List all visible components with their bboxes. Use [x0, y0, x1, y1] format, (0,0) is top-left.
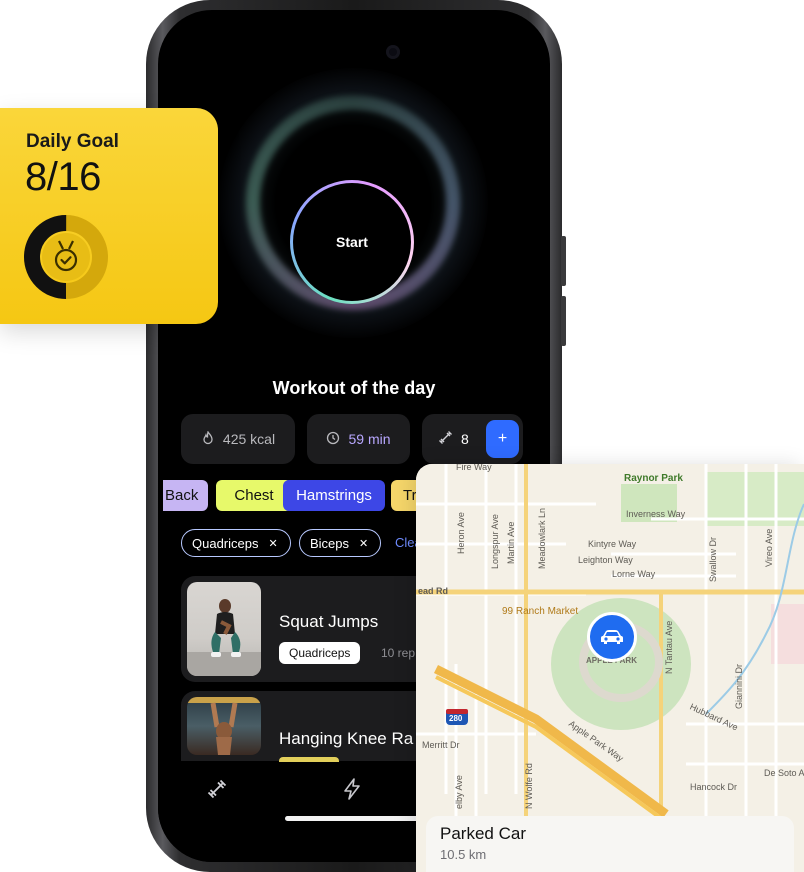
daily-goal-value: 8/16 [25, 155, 101, 199]
parked-car-distance: 10.5 km [440, 847, 487, 862]
street-label: Giannini Dr [734, 663, 744, 709]
calories-stat: 425 kcal [181, 414, 295, 464]
duration-stat: 59 min [307, 414, 410, 464]
category-chip-hamstrings[interactable]: Hamstrings [283, 480, 385, 511]
volume-up-button [561, 236, 566, 286]
daily-goal-widget[interactable]: Daily Goal 8/16 [0, 108, 218, 324]
parked-car-title: Parked Car [440, 824, 526, 843]
remove-filter-icon[interactable]: ✕ [359, 537, 368, 550]
home-indicator [285, 816, 423, 821]
calories-value: 425 kcal [222, 431, 276, 447]
filter-tag-biceps: Biceps ✕ [299, 529, 381, 557]
exercise-thumbnail [187, 697, 261, 755]
street-label: N Wolfe Rd [524, 763, 534, 809]
exercise-name: Squat Jumps [279, 612, 379, 631]
street-label: De Soto Ave [764, 768, 804, 778]
daily-goal-title: Daily Goal [26, 131, 119, 152]
street-label: Meadowlark Ln [537, 507, 547, 569]
car-icon [601, 630, 623, 644]
flame-icon [201, 429, 215, 448]
exercise-name: Hanging Knee Ra [279, 729, 414, 748]
street-label: elby Ave [454, 775, 464, 809]
store-label: 99 Ranch Market [502, 606, 579, 617]
start-label: Start [336, 234, 368, 250]
street-label: Leighton Way [578, 555, 633, 565]
street-label: Lorne Way [612, 569, 656, 579]
park-label: Raynor Park [624, 473, 683, 484]
street-label: Inverness Way [626, 509, 686, 519]
add-set-button[interactable]: + [486, 420, 519, 458]
filter-tag-label: Biceps [310, 535, 350, 551]
filter-tag-quadriceps: Quadriceps ✕ [181, 529, 291, 557]
category-chip-chest[interactable]: Chest [216, 480, 292, 511]
map-canvas[interactable] [416, 464, 804, 872]
street-label: Swallow Dr [708, 536, 718, 582]
street-label: Hancock Dr [690, 782, 738, 792]
street-label: Merritt Dr [422, 740, 460, 750]
sets-stat: 8 + [422, 414, 523, 464]
remove-filter-icon[interactable]: ✕ [268, 537, 277, 550]
clock-icon [326, 431, 340, 448]
street-label: N Tantau Ave [664, 620, 674, 674]
exercise-reps: 10 rep [381, 646, 416, 660]
highway-shield-label: 280 [449, 714, 463, 723]
workout-of-the-day-title: Workout of the day [272, 378, 436, 398]
parked-car-map-widget[interactable]: Fire Way Raynor Park Inverness Way Kinty… [416, 464, 804, 872]
street-label: Martin Ave [506, 521, 516, 564]
exercise-thumbnail [187, 582, 261, 676]
parked-car-pin[interactable] [587, 612, 637, 662]
plus-icon: + [497, 430, 508, 447]
dumbbell-icon[interactable] [206, 778, 228, 806]
goal-progress-donut [24, 215, 108, 299]
duration-value: 59 min [348, 431, 391, 447]
start-ring-area: Start [198, 50, 508, 380]
volume-down-button [561, 296, 566, 346]
category-chip-back[interactable]: Back [163, 480, 208, 511]
filter-tag-label: Quadriceps [192, 535, 259, 551]
street-label: Vireo Ave [764, 528, 774, 567]
bolt-icon[interactable] [342, 778, 362, 806]
exercise-muscle-tag: Quadriceps [279, 642, 361, 664]
dumbbell-icon [438, 430, 453, 448]
street-label: Heron Ave [456, 512, 466, 554]
street-label: Fire Way [456, 464, 492, 472]
street-label: Longspur Ave [490, 514, 500, 569]
parked-car-info[interactable]: Parked Car 10.5 km [426, 816, 794, 872]
start-button[interactable]: Start [290, 180, 414, 304]
street-label: ead Rd [418, 586, 449, 596]
sets-value: 8 [461, 431, 469, 447]
street-label: Kintyre Way [588, 539, 637, 549]
